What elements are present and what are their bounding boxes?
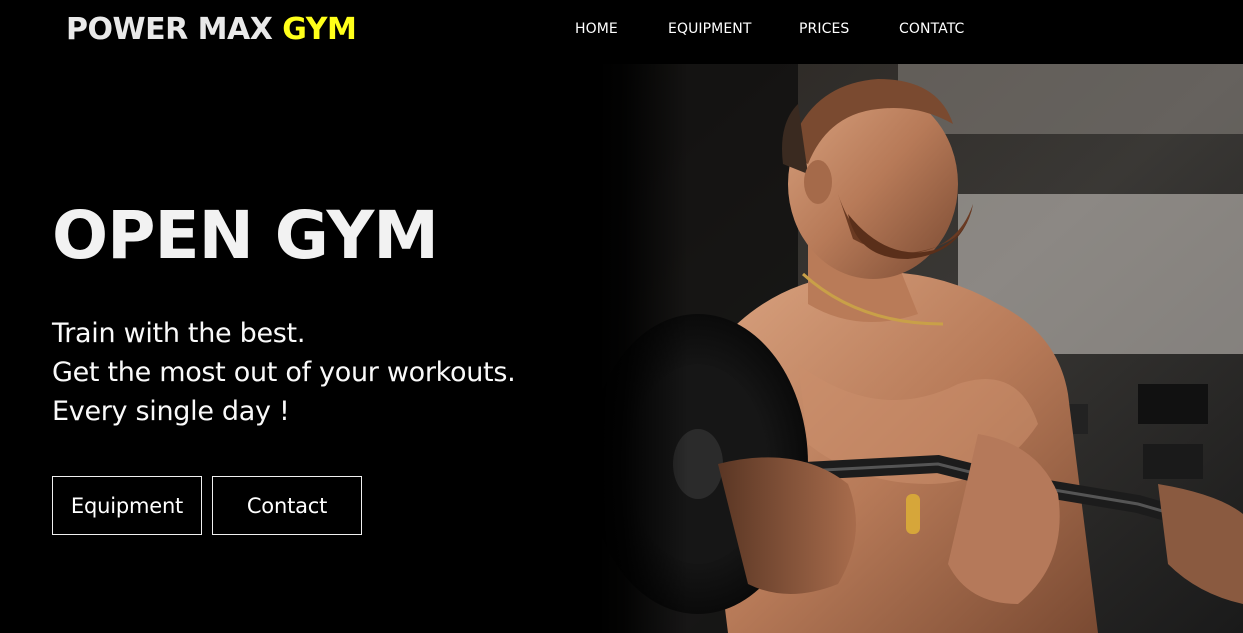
page: POWER MAX GYM HOME EQUIPMENT PRICES CONT… (0, 0, 1243, 633)
contact-button[interactable]: Contact (212, 476, 362, 535)
equipment-button[interactable]: Equipment (52, 476, 202, 535)
logo[interactable]: POWER MAX GYM (66, 12, 357, 47)
tagline-line-2: Get the most out of your workouts. (52, 357, 516, 388)
tagline-line-3: Every single day ! (52, 396, 290, 427)
nav-prices-link[interactable]: PRICES (799, 21, 849, 37)
image-fade-overlay (598, 64, 688, 633)
nav-equipment-link[interactable]: EQUIPMENT (668, 21, 752, 37)
hero-title: OPEN GYM (52, 197, 439, 274)
logo-accent-text: GYM (282, 12, 357, 47)
nav-contact-link[interactable]: CONTATC (899, 21, 964, 37)
logo-text: POWER MAX (66, 12, 283, 47)
tagline-line-1: Train with the best. (52, 318, 306, 349)
site-header: POWER MAX GYM HOME EQUIPMENT PRICES CONT… (0, 0, 1243, 64)
hero-image (598, 64, 1243, 633)
nav-home-link[interactable]: HOME (575, 21, 618, 37)
hero-tagline: Train with the best. Get the most out of… (52, 314, 516, 431)
